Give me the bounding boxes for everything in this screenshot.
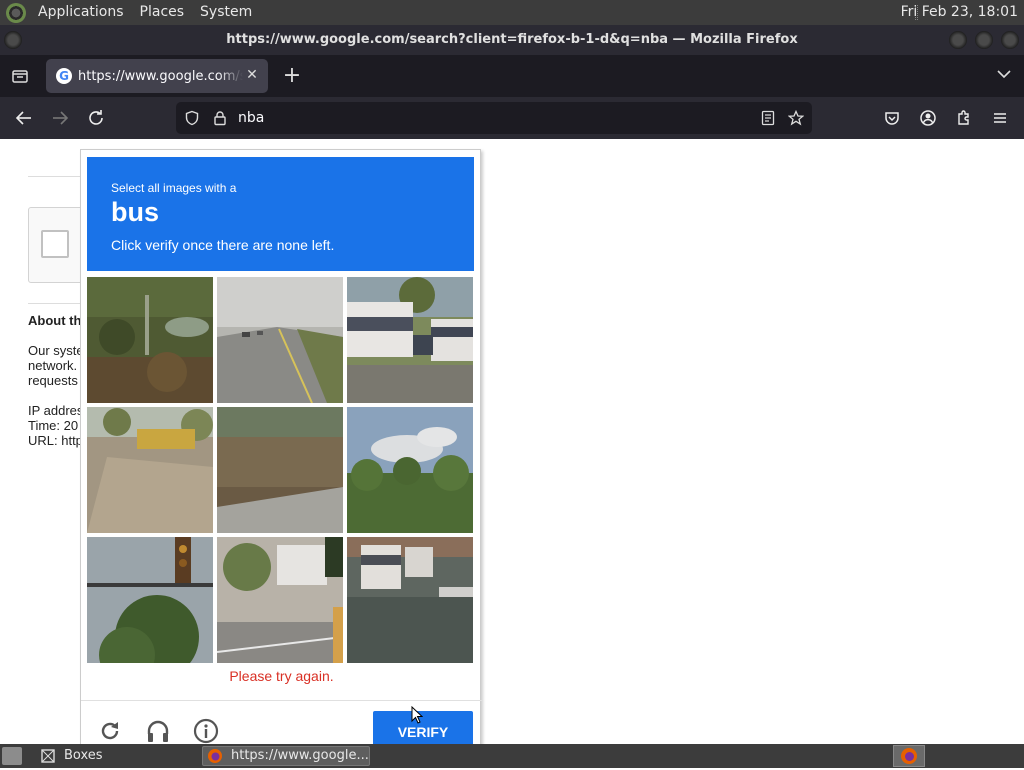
- tile-image-highway: [217, 277, 343, 403]
- tile-image-sky-trees: [347, 407, 473, 533]
- captcha-tile-7[interactable]: [87, 537, 213, 663]
- reload-button[interactable]: [84, 106, 108, 130]
- tab-google-search[interactable]: G https://www.google.com/search?client=f…: [46, 59, 268, 93]
- challenge-footer-divider: [81, 700, 482, 701]
- tile-image-buses: [347, 277, 473, 403]
- boxes-icon: [41, 749, 55, 763]
- minimize-icon[interactable]: [949, 31, 967, 49]
- captcha-tile-6[interactable]: [347, 407, 473, 533]
- challenge-instruction: Select all images with a: [111, 181, 237, 195]
- panel-clock[interactable]: Fri Feb 23, 18:01: [901, 0, 1018, 25]
- ip-address-line: IP addres: [28, 403, 84, 418]
- panel-menus: Applications Places System: [30, 0, 260, 25]
- close-window-icon[interactable]: [1001, 31, 1019, 49]
- url-input[interactable]: nba: [238, 102, 264, 134]
- places-menu[interactable]: Places: [132, 0, 193, 25]
- about-line: Our syste: [28, 343, 84, 358]
- captcha-tile-2[interactable]: [217, 277, 343, 403]
- back-button[interactable]: [12, 106, 36, 130]
- challenge-sub-instruction: Click verify once there are none left.: [111, 237, 335, 253]
- app-menu-button[interactable]: [988, 106, 1012, 130]
- pocket-icon: [885, 112, 899, 125]
- divider: [28, 176, 88, 177]
- tile-image-traffic-light: [87, 537, 213, 663]
- window-menu-icon[interactable]: [4, 31, 22, 49]
- about-line: requests: [28, 373, 78, 388]
- firefox-icon: [208, 749, 222, 763]
- forward-arrow-icon: [53, 111, 69, 125]
- applications-menu[interactable]: Applications: [30, 0, 132, 25]
- url-line: URL: http: [28, 433, 83, 448]
- maximize-icon[interactable]: [975, 31, 993, 49]
- info-icon[interactable]: [193, 718, 219, 744]
- tile-image-city-buses: [347, 537, 473, 663]
- taskbar-item-label: https://www.google...: [231, 748, 369, 763]
- tile-image-foliage: [87, 277, 213, 403]
- firefox-view-button[interactable]: [8, 64, 32, 88]
- pocket-button[interactable]: [880, 106, 904, 130]
- navigation-toolbar: nba: [0, 97, 1024, 139]
- captcha-tile-1[interactable]: [87, 277, 213, 403]
- captcha-tile-8[interactable]: [217, 537, 343, 663]
- time-line: Time: 20: [28, 418, 79, 433]
- account-icon: [920, 110, 936, 126]
- tab-title: https://www.google.com/search?client=fir…: [78, 68, 243, 84]
- shield-icon[interactable]: [184, 110, 200, 126]
- page-content: About th Our syste network. requests IP …: [0, 139, 1024, 744]
- captcha-tile-3[interactable]: [347, 277, 473, 403]
- challenge-header: Select all images with a bus Click verif…: [87, 157, 474, 271]
- reload-challenge-icon[interactable]: [97, 718, 123, 744]
- reader-view-icon[interactable]: [760, 110, 776, 126]
- tile-image-school-bus: [87, 407, 213, 533]
- account-button[interactable]: [916, 106, 940, 130]
- system-menu[interactable]: System: [192, 0, 260, 25]
- challenge-target-object: bus: [111, 197, 160, 227]
- tray-firefox-launcher[interactable]: [893, 745, 925, 767]
- distro-logo-icon[interactable]: [6, 2, 26, 23]
- google-favicon-icon: G: [56, 68, 72, 84]
- hamburger-menu-icon: [994, 113, 1006, 123]
- new-tab-button[interactable]: +: [280, 64, 304, 88]
- tab-bar: G https://www.google.com/search?client=f…: [0, 55, 1024, 97]
- reload-icon: [89, 110, 103, 125]
- captcha-tile-5[interactable]: [217, 407, 343, 533]
- about-heading: About th: [28, 313, 82, 328]
- window-titlebar[interactable]: https://www.google.com/search?client=fir…: [0, 25, 1024, 55]
- list-all-tabs-icon[interactable]: [996, 66, 1012, 82]
- taskbar-item-label: Boxes: [64, 748, 103, 763]
- mouse-cursor-icon: [411, 706, 423, 724]
- puzzle-icon: [958, 110, 969, 125]
- forward-button[interactable]: [48, 106, 72, 130]
- taskbar-item-boxes[interactable]: Boxes: [38, 746, 103, 766]
- url-bar[interactable]: nba: [176, 102, 812, 134]
- tile-image-street-corner: [217, 537, 343, 663]
- window-title: https://www.google.com/search?client=fir…: [226, 32, 798, 47]
- tile-image-field: [217, 407, 343, 533]
- extensions-button[interactable]: [952, 106, 976, 130]
- firefox-view-icon: [12, 70, 28, 83]
- bookmark-star-icon[interactable]: [788, 110, 804, 126]
- tab-close-icon[interactable]: ✕: [244, 67, 260, 83]
- captcha-tile-9[interactable]: [347, 537, 473, 663]
- audio-challenge-icon[interactable]: [145, 718, 171, 744]
- recaptcha-checkbox[interactable]: [41, 230, 69, 258]
- taskbar-item-firefox[interactable]: https://www.google...: [202, 746, 370, 766]
- firefox-tray-icon: [901, 748, 917, 764]
- chevron-down-icon: [997, 70, 1011, 79]
- back-arrow-icon: [15, 111, 31, 125]
- verify-button[interactable]: VERIFY: [373, 711, 473, 744]
- captcha-tile-4[interactable]: [87, 407, 213, 533]
- recaptcha-challenge: Select all images with a bus Click verif…: [80, 149, 482, 744]
- about-line: network.: [28, 358, 78, 373]
- top-panel: Applications Places System Fri Feb 23, 1…: [0, 0, 1024, 25]
- lock-icon[interactable]: [212, 110, 228, 126]
- show-desktop-icon[interactable]: [2, 747, 22, 765]
- retry-error-message: Please try again.: [229, 668, 334, 684]
- bottom-taskbar: Boxes https://www.google...: [0, 744, 1024, 768]
- divider: [28, 303, 88, 304]
